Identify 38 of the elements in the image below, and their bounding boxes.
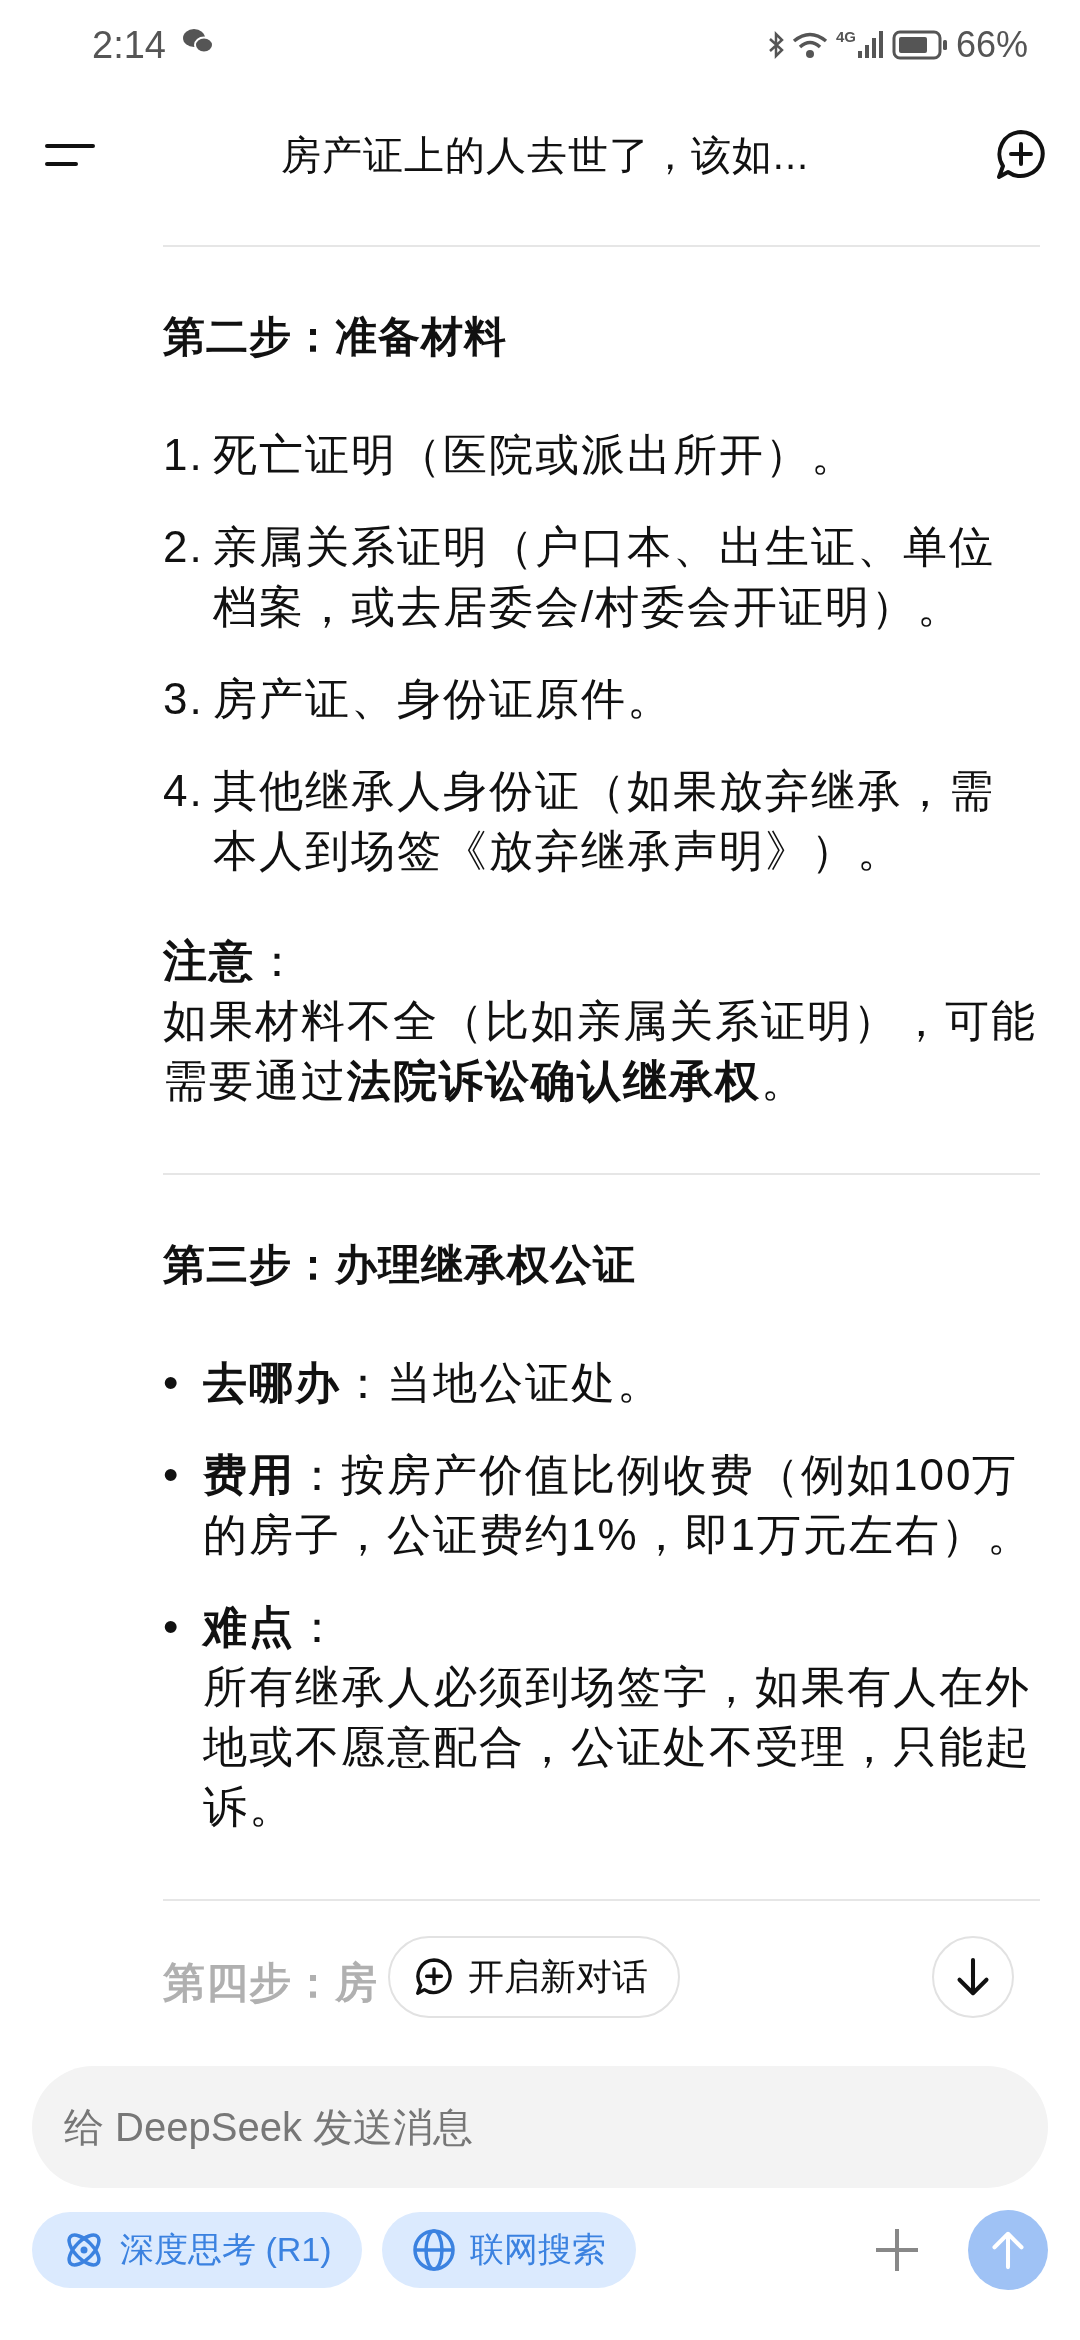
up-arrow-icon [990, 2230, 1026, 2270]
wifi-icon [791, 31, 828, 59]
chat-bubbles-icon [181, 28, 214, 54]
new-conversation-button[interactable]: 开启新对话 [388, 1936, 680, 2018]
battery-percentage: 66% [955, 24, 1028, 66]
down-arrow-icon [955, 1957, 991, 1997]
section-heading: 第四步：房 [163, 1958, 378, 2008]
network-type: 4G [835, 28, 856, 45]
bullet-text: 去哪办：当地公证处。 [203, 1357, 663, 1409]
bullet-text: 费用：按房产价值比例收费（例如100万的房子，公证费约1%，即1万元左右）。 [203, 1449, 1035, 1561]
bullet-detail: 所有继承人必须到场签字，如果有人在外地或不愿意配合，公证处不受理，只能起诉。 [203, 1661, 1032, 1833]
status-time: 2:14 [92, 23, 166, 67]
globe-icon [411, 2228, 456, 2272]
battery-icon [891, 30, 948, 60]
section-heading: 第二步：准备材料 [163, 312, 508, 362]
bullet-mark: • [163, 1601, 182, 1653]
list-item-text: 亲属关系证明（户口本、出生证、单位档案，或去居委会/村委会开证明）。 [213, 521, 996, 633]
attach-button[interactable] [874, 2227, 920, 2273]
bullet-mark: • [163, 1357, 182, 1409]
bluetooth-icon [767, 31, 784, 59]
bullet-text: 难点： [203, 1601, 342, 1653]
list-number: 4. [163, 765, 205, 817]
list-item-text: 其他继承人身份证（如果放弃继承，需本人到场签《放弃继承声明》）。 [213, 765, 996, 877]
list-number: 1. [163, 429, 205, 481]
deep-think-toggle[interactable]: 深度思考 (R1) [32, 2212, 362, 2288]
note-text: 如果材料不全（比如亲属关系证明），可能需要通过法院诉讼确认继承权。 [163, 995, 1038, 1107]
list-item-text: 死亡证明（医院或派出所开）。 [213, 429, 857, 481]
list-number: 2. [163, 521, 205, 573]
bullet-mark: • [163, 1449, 182, 1501]
section-heading: 第三步：办理继承权公证 [163, 1240, 637, 1290]
chat-title: 房产证上的人去世了，该如... [280, 131, 810, 179]
signal-icon [857, 31, 884, 59]
list-number: 3. [163, 673, 205, 725]
list-item-text: 房产证、身份证原件。 [213, 673, 673, 725]
new-chat-icon [414, 1957, 454, 1997]
web-search-toggle[interactable]: 联网搜索 [381, 2212, 636, 2288]
message-input[interactable]: 给 DeepSeek 发送消息 [32, 2066, 1048, 2188]
note-label: 注意： [163, 935, 302, 987]
